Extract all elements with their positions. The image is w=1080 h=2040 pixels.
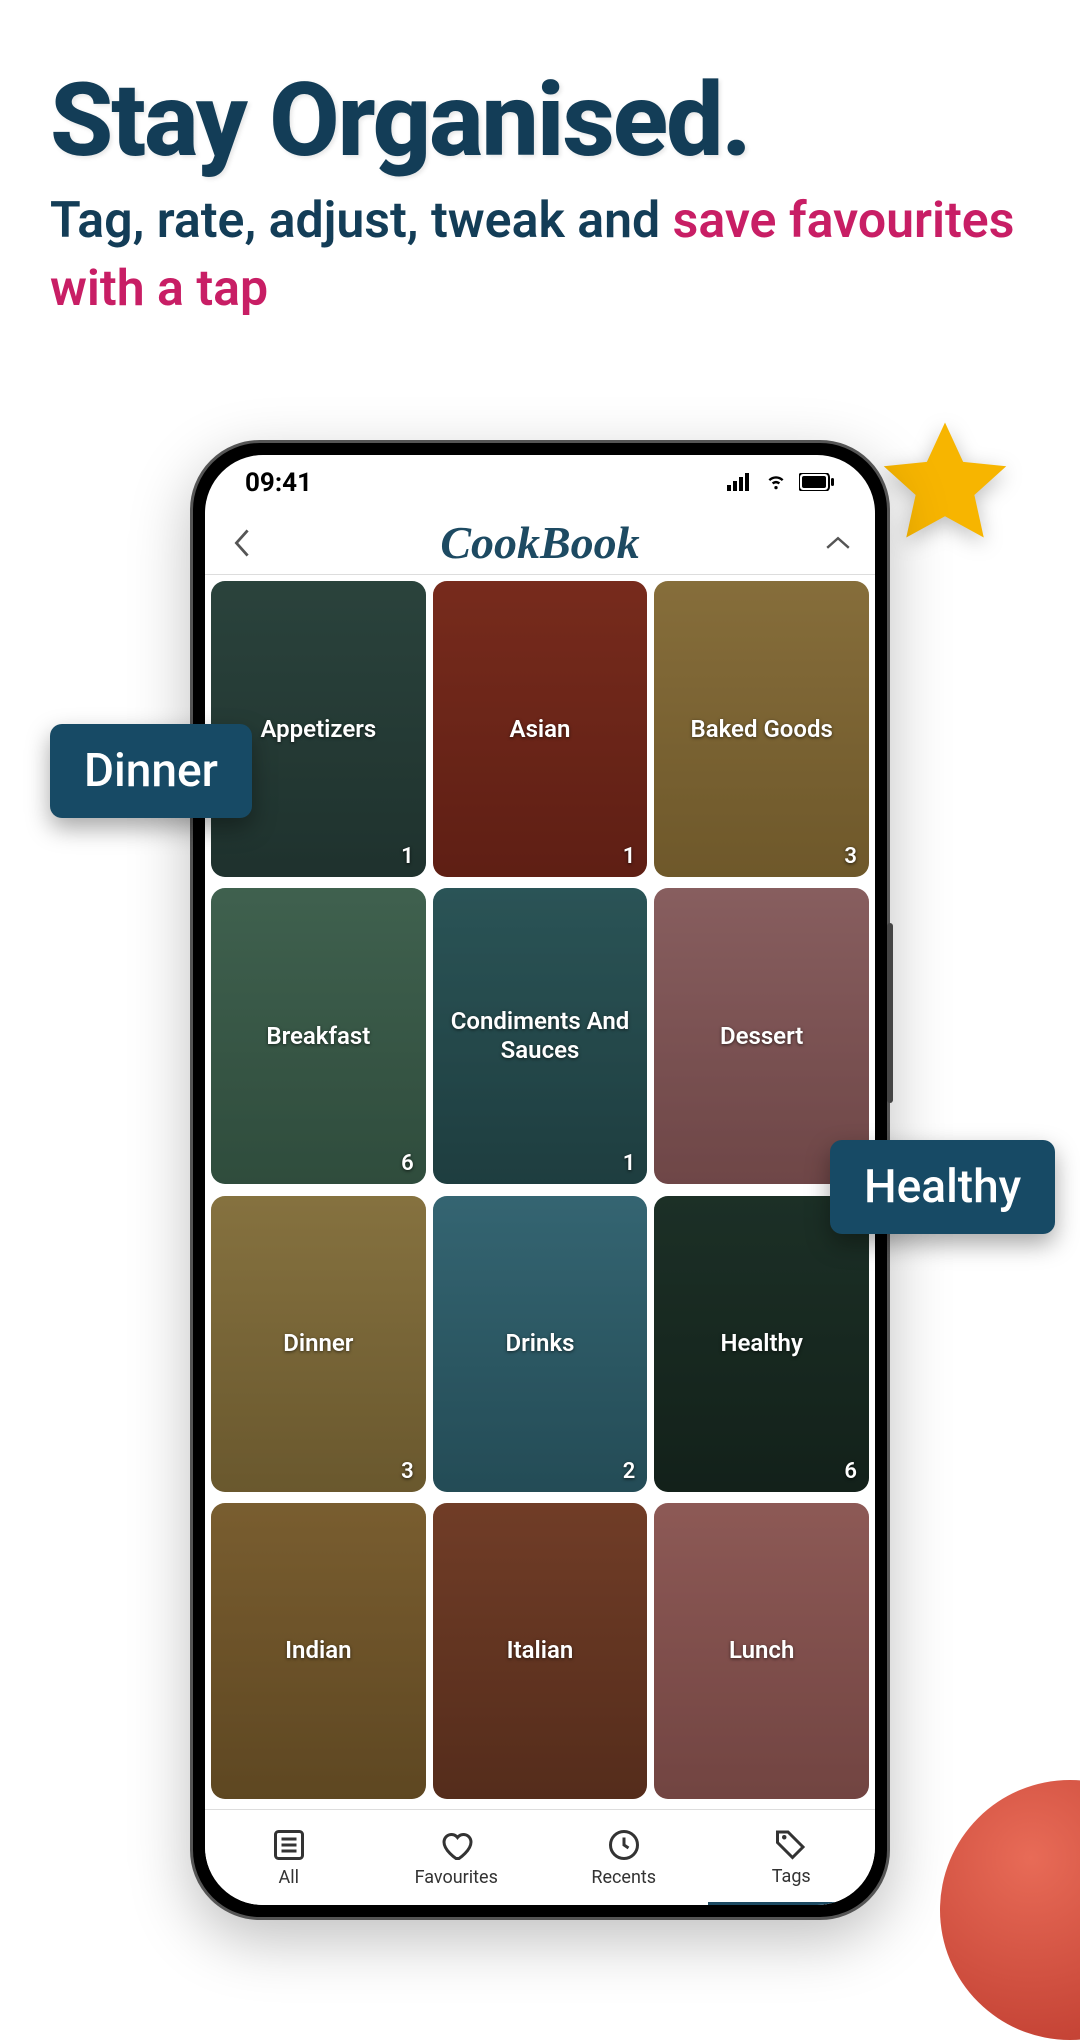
tile-count: 1 [401,844,414,869]
list-icon [271,1827,307,1863]
star-icon [870,410,1020,560]
tile-count: 3 [401,1459,414,1484]
floating-tag-healthy: Healthy [830,1140,1055,1234]
tile-label: Asian [502,715,579,744]
tab-all[interactable]: All [205,1810,373,1905]
tag-grid[interactable]: Appetizers 1 Asian 1 Baked Goods 3 Break… [205,575,875,1809]
tag-tile-drinks[interactable]: Drinks 2 [433,1196,648,1492]
tile-count: 6 [844,1459,857,1484]
hero-subtitle: Tag, rate, adjust, tweak and save favour… [50,188,1030,323]
signal-icon [727,468,753,498]
tag-tile-dinner[interactable]: Dinner 3 [211,1196,426,1492]
tile-label: Italian [499,1636,582,1665]
tag-tile-healthy[interactable]: Healthy 6 [654,1196,869,1492]
tag-tile-condiments[interactable]: Condiments And Sauces 1 [433,888,648,1184]
collapse-button[interactable] [823,528,853,558]
tab-label: All [279,1867,300,1888]
tile-label: Breakfast [258,1022,378,1051]
phone-side-button [887,923,893,1103]
hero-title: Stay Organised. [50,60,750,180]
tag-tile-breakfast[interactable]: Breakfast 6 [211,888,426,1184]
tab-favourites[interactable]: Favourites [373,1810,541,1905]
clock-icon [606,1827,642,1863]
tile-label: Lunch [721,1636,802,1665]
tile-label: Baked Goods [683,715,841,744]
tile-count: 6 [401,1151,414,1176]
tile-label: Dinner [275,1329,361,1358]
tab-recents[interactable]: Recents [540,1810,708,1905]
tile-label: Appetizers [252,715,384,744]
app-logo: CookBook [440,516,639,569]
hero-sub-plain: Tag, rate, adjust, tweak and [50,192,673,250]
phone-frame: 09:41 CookBook [190,440,890,1920]
tag-icon [773,1826,809,1862]
phone-screen: 09:41 CookBook [205,455,875,1905]
tag-tile-indian[interactable]: Indian [211,1503,426,1799]
tab-label: Tags [772,1866,811,1887]
battery-icon [799,468,835,498]
app-header: CookBook [205,511,875,575]
tile-label: Indian [277,1636,359,1665]
back-button[interactable] [227,528,257,558]
tab-tags[interactable]: Tags [708,1810,876,1905]
tag-tile-lunch[interactable]: Lunch [654,1503,869,1799]
tile-label: Healthy [712,1329,810,1358]
tile-count: 1 [623,1151,636,1176]
tag-tile-asian[interactable]: Asian 1 [433,581,648,877]
status-bar: 09:41 [205,455,875,511]
tab-label: Recents [591,1867,656,1888]
wifi-icon [763,468,789,498]
tile-label: Condiments And Sauces [433,1007,648,1065]
tag-tile-baked-goods[interactable]: Baked Goods 3 [654,581,869,877]
floating-tag-dinner: Dinner [50,724,252,818]
status-right [727,468,835,498]
tile-label: Dessert [712,1022,811,1051]
heart-icon [438,1827,474,1863]
tab-label: Favourites [415,1867,498,1888]
tile-count: 2 [623,1459,636,1484]
bottom-tabbar: All Favourites Recents Tags [205,1809,875,1905]
decorative-circle [940,1780,1080,2040]
tile-label: Drinks [498,1329,583,1358]
tile-count: 1 [623,844,636,869]
tile-count: 3 [844,844,857,869]
tag-tile-italian[interactable]: Italian [433,1503,648,1799]
status-time: 09:41 [245,468,312,498]
